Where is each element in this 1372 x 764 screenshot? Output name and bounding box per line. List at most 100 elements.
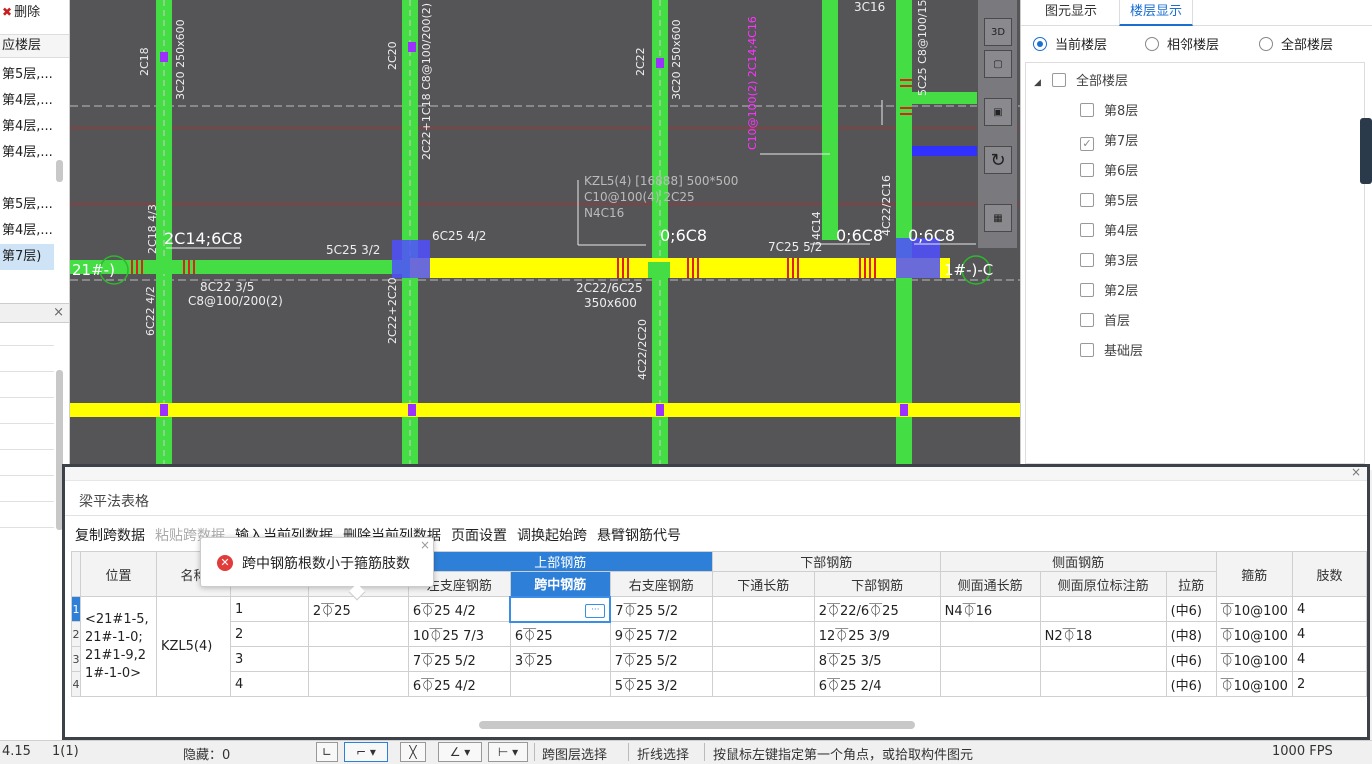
- bottom-cell[interactable]: 6⏁25 2/4: [813, 671, 941, 697]
- checkbox[interactable]: [1080, 313, 1094, 327]
- swap-start-span-button[interactable]: 调换起始跨: [517, 528, 587, 544]
- tree-root[interactable]: ◢ 全部楼层: [1034, 71, 1128, 93]
- floor-item[interactable]: 基础层: [1080, 341, 1143, 363]
- row-index[interactable]: 1: [71, 596, 81, 622]
- bottom-through-cell[interactable]: [711, 596, 815, 622]
- side-orig-cell[interactable]: [1039, 671, 1167, 697]
- left-list-item[interactable]: 第5层,...: [0, 62, 54, 88]
- floor-item[interactable]: 第8层: [1080, 101, 1138, 123]
- side-through-cell[interactable]: [939, 671, 1041, 697]
- floor-item[interactable]: 首层: [1080, 311, 1130, 333]
- legs-cell[interactable]: 4: [1291, 621, 1368, 647]
- top-right-cell[interactable]: 7⏁25 5/2: [609, 596, 713, 622]
- delete-button[interactable]: ✖ 删除: [0, 0, 69, 24]
- legs-cell[interactable]: 4: [1291, 646, 1368, 672]
- table-row[interactable]: 1 <21#1-5, 21#-1-0; 21#1-9,2 1#-1-0> KZL…: [71, 595, 1368, 697]
- left-list-item-selected[interactable]: 第7层): [0, 244, 54, 270]
- checkbox[interactable]: [1080, 343, 1094, 357]
- top-mid-cell[interactable]: [509, 671, 611, 697]
- ellipsis-icon[interactable]: ···: [585, 604, 606, 618]
- top-left-cell[interactable]: 6⏁25 4/2: [407, 596, 511, 622]
- table-row[interactable]: 2 2 10⏁25 7/3 6⏁25 9⏁25 7/2 12⏁25 3/9 N2…: [71, 621, 1368, 647]
- through-cell[interactable]: [307, 671, 409, 697]
- left-list-item[interactable]: 第4层,...: [0, 114, 54, 140]
- top-left-cell[interactable]: 7⏁25 5/2: [407, 646, 511, 672]
- cross-layer-select-button[interactable]: 跨图层选择: [542, 744, 607, 763]
- checkbox[interactable]: [1080, 163, 1094, 177]
- left-scrollbar[interactable]: [56, 160, 63, 182]
- tab-element-display[interactable]: 图元显示: [1035, 0, 1107, 26]
- tie-cell[interactable]: (中6): [1165, 671, 1217, 697]
- legs-cell[interactable]: 2: [1291, 671, 1368, 697]
- close-icon[interactable]: ×: [53, 305, 64, 320]
- name-cell[interactable]: KZL5(4): [155, 596, 231, 697]
- left-list-item[interactable]: 第4层,...: [0, 140, 54, 166]
- span-cell[interactable]: 3: [229, 646, 309, 672]
- bottom-cell[interactable]: 12⏁25 3/9: [813, 621, 941, 647]
- span-cell[interactable]: 4: [229, 671, 309, 697]
- row-index[interactable]: 3: [71, 646, 81, 672]
- radio-current-floor[interactable]: 当前楼层: [1033, 34, 1107, 53]
- view-3d-button[interactable]: 3D: [984, 18, 1012, 46]
- row-index[interactable]: 4: [71, 671, 81, 697]
- checkbox-checked[interactable]: ✓: [1080, 137, 1094, 151]
- radio-all-floors[interactable]: 全部楼层: [1259, 34, 1333, 53]
- left-list-item[interactable]: [0, 166, 54, 192]
- left-list-item[interactable]: 第4层,...: [0, 88, 54, 114]
- bottom-through-cell[interactable]: [711, 671, 815, 697]
- legs-cell[interactable]: 4: [1291, 596, 1368, 622]
- floor-item[interactable]: ✓ 第7层: [1080, 131, 1138, 153]
- caret-down-icon[interactable]: ◢: [1034, 72, 1046, 94]
- span-cell[interactable]: 2: [229, 621, 309, 647]
- bottom-through-cell[interactable]: [711, 621, 815, 647]
- bottom-cell[interactable]: 8⏁25 3/5: [813, 646, 941, 672]
- floor-item[interactable]: 第4层: [1080, 221, 1138, 243]
- tab-floor-display[interactable]: 楼层显示: [1119, 0, 1194, 26]
- line-dropdown-icon[interactable]: ⊢ ▾: [488, 742, 528, 762]
- checkbox[interactable]: [1080, 193, 1094, 207]
- through-cell[interactable]: [307, 646, 409, 672]
- through-cell[interactable]: [307, 621, 409, 647]
- bottom-cell[interactable]: 2⏁22/6⏁25: [813, 596, 941, 622]
- side-through-cell[interactable]: N4⏁16: [939, 596, 1041, 622]
- right-edge-handle[interactable]: [1360, 118, 1372, 184]
- page-setup-button[interactable]: 页面设置: [451, 528, 507, 544]
- ortho-icon[interactable]: ∟: [316, 742, 338, 762]
- checkbox[interactable]: [1080, 103, 1094, 117]
- radio-adjacent-floor[interactable]: 相邻楼层: [1145, 34, 1219, 53]
- checkbox[interactable]: [1080, 223, 1094, 237]
- stirrup-cell[interactable]: ⏁10@100: [1215, 621, 1293, 647]
- side-orig-cell[interactable]: N2⏁18: [1039, 621, 1167, 647]
- left-list-item[interactable]: 第4层,...: [0, 218, 54, 244]
- span-cell[interactable]: 1: [229, 596, 309, 622]
- checkbox[interactable]: [1080, 283, 1094, 297]
- tie-cell[interactable]: (中6): [1165, 596, 1217, 622]
- top-mid-cell[interactable]: 6⏁25: [509, 621, 611, 647]
- cube-view-icon[interactable]: ▢: [984, 50, 1012, 78]
- left-list-item[interactable]: 第5层,...: [0, 192, 54, 218]
- top-right-cell[interactable]: 5⏁25 3/2: [609, 671, 713, 697]
- close-icon[interactable]: ×: [420, 538, 430, 552]
- top-mid-cell-active[interactable]: ···: [509, 595, 612, 623]
- tie-cell[interactable]: (中8): [1165, 621, 1217, 647]
- floor-item[interactable]: 第5层: [1080, 191, 1138, 213]
- through-cell[interactable]: 2⏁25: [307, 596, 409, 622]
- close-icon[interactable]: ×: [1351, 465, 1361, 479]
- tie-cell[interactable]: (中6): [1165, 646, 1217, 672]
- copy-span-button[interactable]: 复制跨数据: [75, 528, 145, 544]
- cross-icon[interactable]: ╳: [400, 742, 426, 762]
- checkbox[interactable]: [1080, 253, 1094, 267]
- table-row[interactable]: 3 3 7⏁25 5/2 3⏁25 7⏁25 5/2 8⏁25 3/5 (中6)…: [71, 646, 1368, 672]
- polyline-select-button[interactable]: 折线选择: [637, 744, 689, 763]
- floor-item[interactable]: 第3层: [1080, 251, 1138, 273]
- top-left-cell[interactable]: 6⏁25 4/2: [407, 671, 511, 697]
- top-left-cell[interactable]: 10⏁25 7/3: [407, 621, 511, 647]
- floor-item[interactable]: 第2层: [1080, 281, 1138, 303]
- angle-dropdown-icon[interactable]: ∠ ▾: [438, 742, 482, 762]
- grid-view-icon[interactable]: ▦: [984, 204, 1012, 232]
- position-cell[interactable]: <21#1-5, 21#-1-0; 21#1-9,2 1#-1-0>: [80, 596, 157, 697]
- table-row[interactable]: 4 4 6⏁25 4/2 5⏁25 3/2 6⏁25 2/4 (中6) ⏁10@…: [71, 671, 1368, 697]
- rotate-icon[interactable]: ↻: [984, 146, 1012, 174]
- dialog-titlebar[interactable]: ×: [65, 465, 1367, 481]
- snap-dropdown-icon[interactable]: ⌐ ▾: [344, 742, 388, 762]
